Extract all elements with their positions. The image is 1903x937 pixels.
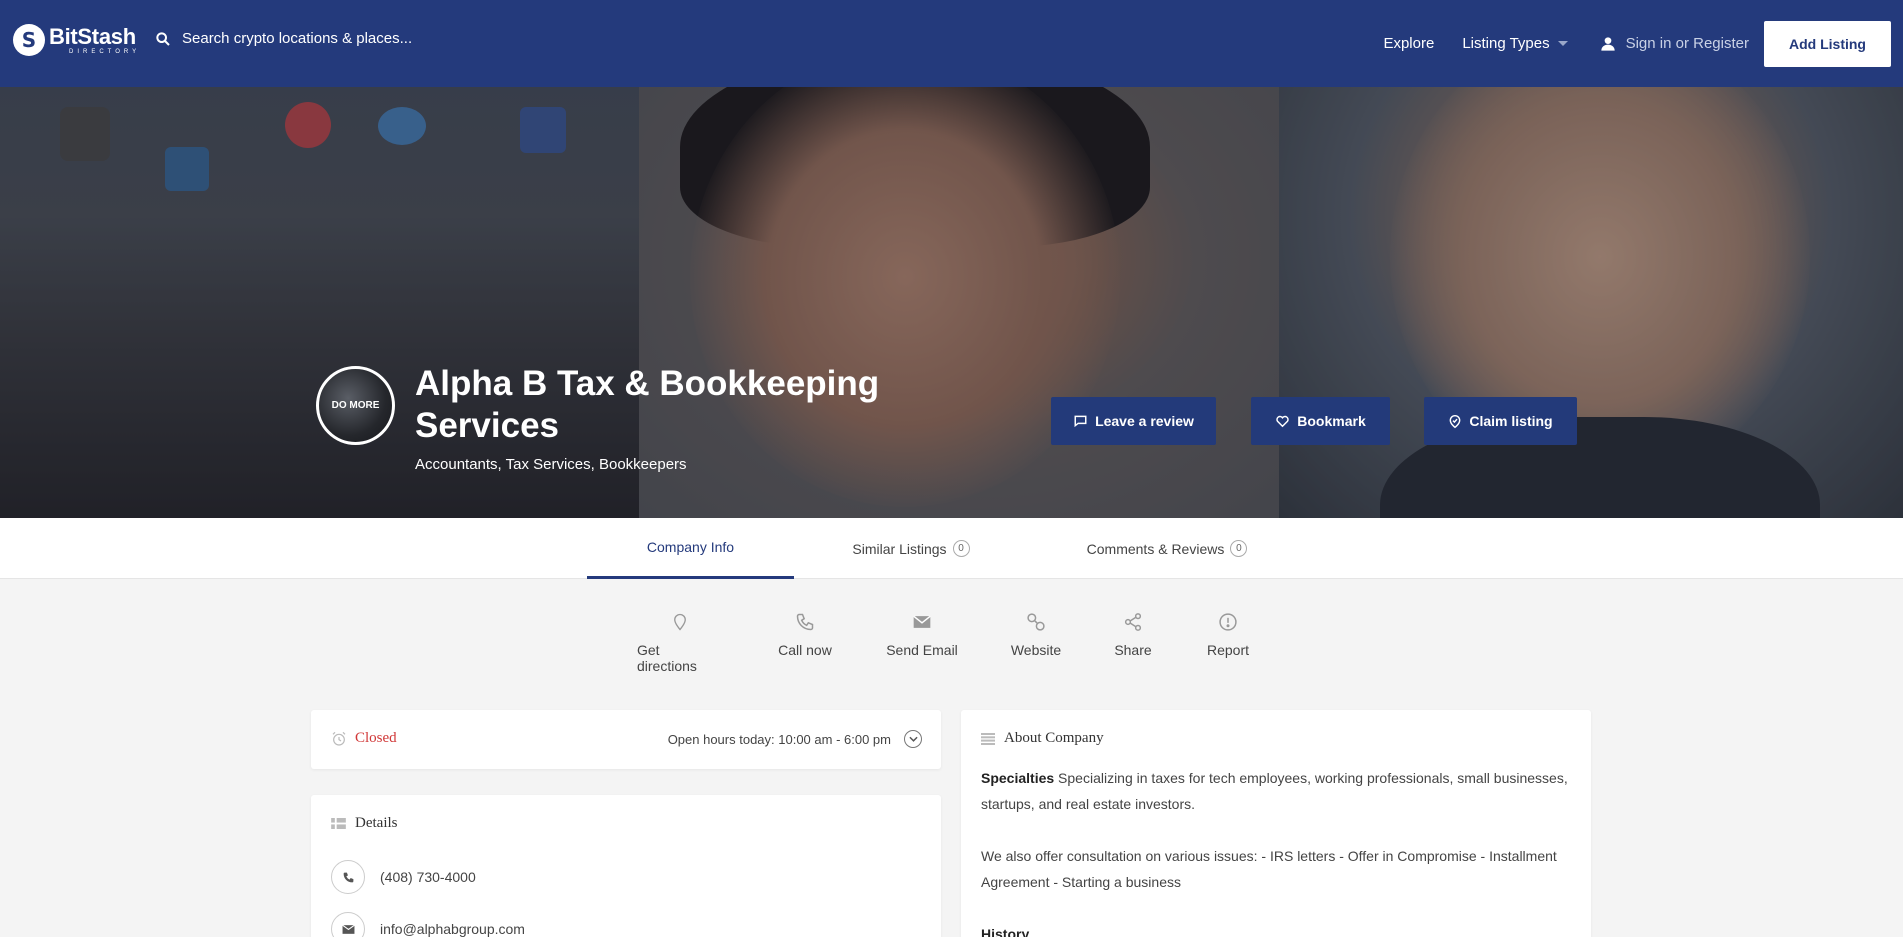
tab-company-info[interactable]: Company Info	[587, 518, 794, 579]
call-now-button[interactable]: Call now	[775, 612, 835, 658]
hours-expand-toggle[interactable]	[904, 730, 922, 748]
chevron-down-icon	[1557, 41, 1568, 46]
website-button[interactable]: Website	[1008, 612, 1064, 658]
listing-categories: Accountants, Tax Services, Bookkeepers	[415, 456, 687, 473]
phone-row[interactable]: (408) 730-4000	[331, 860, 476, 894]
tab-company-info-label: Company Info	[646, 539, 735, 555]
about-company-card: About Company Specialties Specializing i…	[961, 710, 1591, 937]
verified-shield-icon	[1449, 414, 1461, 428]
tab-comments-reviews-label: Comments & Reviews	[1086, 540, 1225, 557]
consultation-paragraph: We also offer consultation on various is…	[981, 848, 1557, 890]
email-row[interactable]: info@alphabgroup.com	[331, 912, 525, 937]
listing-logo-text: DO MORE	[331, 400, 380, 411]
search-input[interactable]: Search crypto locations & places...	[155, 30, 412, 47]
about-heading: About Company	[981, 730, 1104, 747]
claim-listing-button[interactable]: Claim listing	[1424, 397, 1577, 445]
nav-listing-types-label: Listing Types	[1462, 35, 1550, 52]
listing-logo: DO MORE	[316, 366, 395, 445]
chevron-down-icon	[908, 736, 918, 742]
specialties-paragraph: Specialties Specializing in taxes for te…	[981, 765, 1571, 817]
sign-in-label: Sign in or Register	[1625, 35, 1749, 52]
bookmark-button[interactable]: Bookmark	[1251, 397, 1390, 445]
logo-subtitle: DIRECTORY	[69, 48, 141, 55]
email-address: info@alphabgroup.com	[380, 921, 525, 937]
bitstash-logo-icon: S	[13, 24, 45, 56]
leave-review-button[interactable]: Leave a review	[1051, 397, 1216, 445]
tab-similar-listings[interactable]: Similar Listings 0	[834, 518, 988, 579]
send-email-button[interactable]: Send Email	[886, 612, 958, 658]
details-card: Details (408) 730-4000 info@alphabgroup.…	[311, 795, 941, 937]
table-icon	[331, 818, 346, 829]
logo-name: BitStash	[49, 23, 136, 49]
search-icon	[156, 31, 170, 46]
nav-listing-types[interactable]: Listing Types	[1462, 35, 1568, 52]
share-button[interactable]: Share	[1112, 612, 1154, 658]
specialties-text: Specializing in taxes for tech employees…	[981, 770, 1568, 812]
history-heading: History	[981, 926, 1030, 937]
share-icon	[1124, 613, 1142, 631]
main-nav: Explore Listing Types Sign in or Registe…	[1383, 0, 1903, 87]
search-placeholder: Search crypto locations & places...	[182, 30, 413, 47]
get-directions-button[interactable]: Get directions	[637, 612, 723, 674]
phone-icon	[796, 613, 814, 631]
add-listing-button[interactable]: Add Listing	[1764, 20, 1891, 67]
top-header: S BitStash DIRECTORY Search crypto locat…	[0, 0, 1903, 87]
tab-comments-reviews[interactable]: Comments & Reviews 0	[1078, 518, 1256, 579]
hero-overlay	[0, 87, 1903, 518]
sign-in-link[interactable]: Sign in or Register	[1600, 35, 1749, 52]
claim-listing-label: Claim listing	[1469, 413, 1553, 429]
website-label: Website	[1010, 642, 1062, 658]
opening-hours-card: Closed Open hours today: 10:00 am - 6:00…	[311, 710, 941, 769]
map-pin-icon	[674, 613, 686, 631]
phone-icon	[331, 860, 365, 894]
alert-circle-icon	[1219, 613, 1237, 631]
specialties-label: Specialties	[981, 770, 1055, 786]
send-email-label: Send Email	[886, 642, 958, 658]
listing-tabs: Company Info Similar Listings 0 Comments…	[0, 518, 1903, 579]
similar-listings-count: 0	[952, 540, 970, 557]
listing-title: Alpha B Tax & Bookkeeping Services	[415, 364, 880, 445]
user-icon	[1600, 36, 1615, 51]
logo-text: BitStash DIRECTORY	[49, 23, 141, 55]
heart-icon	[1276, 415, 1289, 428]
text-lines-icon	[981, 732, 995, 745]
nav-explore[interactable]: Explore	[1383, 35, 1434, 52]
report-label: Report	[1206, 642, 1250, 658]
share-label: Share	[1114, 642, 1152, 658]
comment-icon	[1074, 415, 1087, 428]
details-heading: Details	[331, 815, 398, 832]
phone-number: (408) 730-4000	[380, 869, 476, 885]
envelope-icon	[913, 615, 931, 628]
comments-reviews-count: 0	[1230, 540, 1248, 557]
details-heading-label: Details	[355, 815, 398, 831]
link-icon	[1027, 613, 1045, 631]
report-button[interactable]: Report	[1204, 612, 1252, 658]
envelope-icon	[331, 912, 365, 937]
alarm-clock-icon	[332, 731, 346, 746]
about-heading-label: About Company	[1004, 730, 1104, 746]
get-directions-label: Get directions	[637, 642, 697, 674]
open-status: Closed	[331, 730, 397, 747]
site-logo[interactable]: S BitStash DIRECTORY	[13, 24, 140, 56]
open-hours-today: Open hours today: 10:00 am - 6:00 pm	[667, 732, 891, 747]
open-status-label: Closed	[355, 730, 397, 746]
bookmark-label: Bookmark	[1297, 413, 1366, 429]
tab-similar-listings-label: Similar Listings	[852, 540, 947, 557]
call-now-label: Call now	[778, 642, 832, 658]
leave-review-label: Leave a review	[1095, 413, 1194, 429]
listing-hero: DO MORE Alpha B Tax & Bookkeeping Servic…	[0, 87, 1903, 518]
about-body: Specialties Specializing in taxes for te…	[981, 765, 1571, 937]
